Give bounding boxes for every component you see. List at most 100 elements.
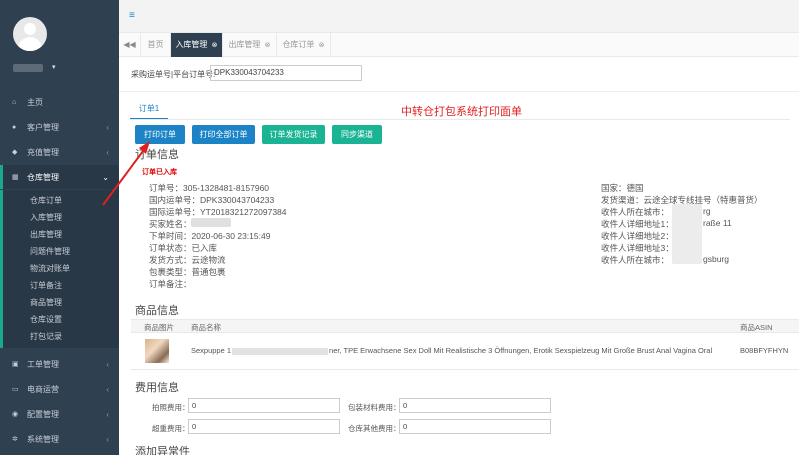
warehouse-submenu: 仓库订单 入库管理 出库管理 问题件管理 物流对账单 订单备注 商品管理 仓库设… xyxy=(0,190,119,348)
menu-item-tickets[interactable]: ▣ 工单管理 ‹ xyxy=(0,352,119,376)
shipping-method: 发货方式：云途物流 xyxy=(149,255,226,265)
submenu-item-outbound[interactable]: 出库管理 xyxy=(30,229,62,240)
settings-icon: ◉ xyxy=(12,411,19,418)
chevron-left-icon: ‹ xyxy=(106,434,109,444)
page-tabs: ◀◀ 首页 入库管理 ⊗ 出库管理 ⊗ 仓库订单 ⊗ xyxy=(119,33,799,57)
recipient-address-tail: raße 11 xyxy=(703,218,732,228)
recipient-address-3: 收件人详细地址3： xyxy=(601,243,674,253)
menu-item-recharge[interactable]: ◆ 充值管理 ‹ xyxy=(0,140,119,164)
menu-label: 配置管理 xyxy=(27,409,59,419)
table-row: Sexpuppe 1 ner, TPE Erwachsene Sex Doll M… xyxy=(131,334,799,370)
tab-label: 出库管理 xyxy=(228,40,261,49)
top-navbar: ≡ xyxy=(119,0,799,33)
tab-order-1[interactable]: 订单1 xyxy=(130,102,168,120)
domestic-tracking: 国内运单号：DPK330043704233 xyxy=(149,195,275,205)
caret-down-icon[interactable]: ▾ xyxy=(52,63,56,71)
main-content: 采购运单号|平台订单号: DPK330043704233 订单1 中转仓打包系统… xyxy=(119,57,799,455)
print-all-orders-button[interactable]: 打印全部订单 xyxy=(192,125,255,144)
tab-label: 仓库订单 xyxy=(282,40,315,49)
divider xyxy=(130,119,790,120)
product-name: Sexpuppe 1 ner, TPE Erwachsene Sex Doll M… xyxy=(191,346,712,355)
recipient-city-label: 收件人所在城市： xyxy=(601,255,670,265)
print-order-button[interactable]: 打印订单 xyxy=(135,125,185,144)
submenu-item-packing-records[interactable]: 打包记录 xyxy=(30,331,62,342)
username[interactable] xyxy=(13,64,43,72)
tracking-number-input[interactable]: DPK330043704233 xyxy=(210,65,362,81)
home-icon: ⌂ xyxy=(12,98,17,106)
tab-label: 首页 xyxy=(147,40,164,49)
warehouse-icon: ▦ xyxy=(12,174,19,181)
menu-label: 工单管理 xyxy=(27,359,59,369)
tabs-scroll-left-icon[interactable]: ◀◀ xyxy=(119,33,141,57)
order-time: 下单时间：2020-06-30 23:15:49 xyxy=(149,231,271,241)
chevron-left-icon: ‹ xyxy=(106,147,109,157)
recipient-address-2: 收件人详细地址2： xyxy=(601,231,674,241)
product-asin: B08BFYFHYN xyxy=(740,346,789,355)
hamburger-menu-icon[interactable]: ≡ xyxy=(129,10,135,21)
warehouse-other-fee-input[interactable]: 0 xyxy=(399,419,551,434)
fee-label: 包装材料费用： xyxy=(348,403,401,412)
tab-warehouse-orders[interactable]: 仓库订单 ⊗ xyxy=(277,33,331,57)
product-name-text: ner, TPE Erwachsene Sex Doll Mit Realist… xyxy=(329,346,713,355)
divider xyxy=(119,91,799,92)
tracking-number-label: 采购运单号|平台订单号: xyxy=(131,70,216,79)
tab-label: 入库管理 xyxy=(175,40,208,49)
package-type: 包裹类型：普通包裹 xyxy=(149,267,226,277)
photo-fee-input[interactable]: 0 xyxy=(188,398,340,413)
menu-item-customers[interactable]: ● 客户管理 ‹ xyxy=(0,115,119,139)
annotation-text: 中转仓打包系统打印面单 xyxy=(401,106,522,118)
monitor-icon: ▭ xyxy=(12,386,19,393)
menu-label: 主页 xyxy=(27,97,43,107)
column-header: 商品名称 xyxy=(191,323,221,332)
column-header: 商品图片 xyxy=(144,323,174,332)
tab-home[interactable]: 首页 xyxy=(141,33,171,57)
submenu-item-inbound[interactable]: 入库管理 xyxy=(30,212,62,223)
sync-channel-button[interactable]: 同步渠道 xyxy=(332,125,382,144)
recipient-city-tail: rg xyxy=(703,206,711,216)
menu-item-config[interactable]: ◉ 配置管理 ‹ xyxy=(0,402,119,426)
recipient-address-1: 收件人详细地址1： xyxy=(601,219,674,229)
close-icon[interactable]: ⊗ xyxy=(212,42,218,49)
menu-label: 充值管理 xyxy=(27,147,59,157)
menu-item-system[interactable]: ✲ 系统管理 ‹ xyxy=(0,427,119,451)
diamond-icon: ◆ xyxy=(12,149,18,156)
menu-item-warehouse[interactable]: ▦ 仓库管理 ⌄ xyxy=(0,165,119,189)
column-header: 商品ASIN xyxy=(740,323,773,332)
ticket-icon: ▣ xyxy=(12,361,19,368)
avatar[interactable] xyxy=(13,17,47,51)
fee-label: 仓库其他费用： xyxy=(348,424,401,433)
fee-label: 超重费用： xyxy=(152,424,190,433)
country: 国家：德国 xyxy=(601,183,644,193)
chevron-left-icon: ‹ xyxy=(106,122,109,132)
recipient-city-tail: gsburg xyxy=(703,254,729,264)
gear-icon: ✲ xyxy=(12,436,18,443)
product-image[interactable] xyxy=(145,339,169,363)
profile-area: ▾ xyxy=(0,0,119,88)
redacted-block xyxy=(232,347,329,355)
menu-item-home[interactable]: ⌂ 主页 xyxy=(0,90,119,114)
submenu-item-problem-items[interactable]: 问题件管理 xyxy=(30,246,70,257)
close-icon[interactable]: ⊗ xyxy=(265,42,271,49)
menu-item-ecommerce[interactable]: ▭ 电商运营 ‹ xyxy=(0,377,119,401)
packaging-fee-input[interactable]: 0 xyxy=(399,398,551,413)
fee-label: 拍照费用： xyxy=(152,403,190,412)
close-icon[interactable]: ⊗ xyxy=(319,42,325,49)
sidebar: ▾ ⌂ 主页 ● 客户管理 ‹ ◆ 充值管理 ‹ ▦ 仓库管理 ⌄ 仓库订单 入… xyxy=(0,0,119,455)
shipping-records-button[interactable]: 订单发货记录 xyxy=(262,125,325,144)
chevron-left-icon: ‹ xyxy=(106,359,109,369)
buyer-name: 买家姓名： xyxy=(149,219,192,229)
submenu-item-order-notes[interactable]: 订单备注 xyxy=(30,280,62,291)
overweight-fee-input[interactable]: 0 xyxy=(188,419,340,434)
products-title: 商品信息 xyxy=(135,305,179,317)
order-number: 订单号：305-1328481-8157960 xyxy=(149,183,270,193)
submenu-item-products[interactable]: 商品管理 xyxy=(30,297,62,308)
submenu-item-logistics-statement[interactable]: 物流对账单 xyxy=(30,263,70,274)
chevron-down-icon: ⌄ xyxy=(102,172,109,182)
order-info-title: 订单信息 xyxy=(135,149,179,161)
submenu-item-warehouse-settings[interactable]: 仓库设置 xyxy=(30,314,62,325)
tab-inbound[interactable]: 入库管理 ⊗ xyxy=(171,33,223,57)
tab-outbound[interactable]: 出库管理 ⊗ xyxy=(223,33,277,57)
submenu-item-warehouse-orders[interactable]: 仓库订单 xyxy=(30,195,62,206)
redacted-block xyxy=(672,204,702,264)
user-icon: ● xyxy=(12,123,17,131)
